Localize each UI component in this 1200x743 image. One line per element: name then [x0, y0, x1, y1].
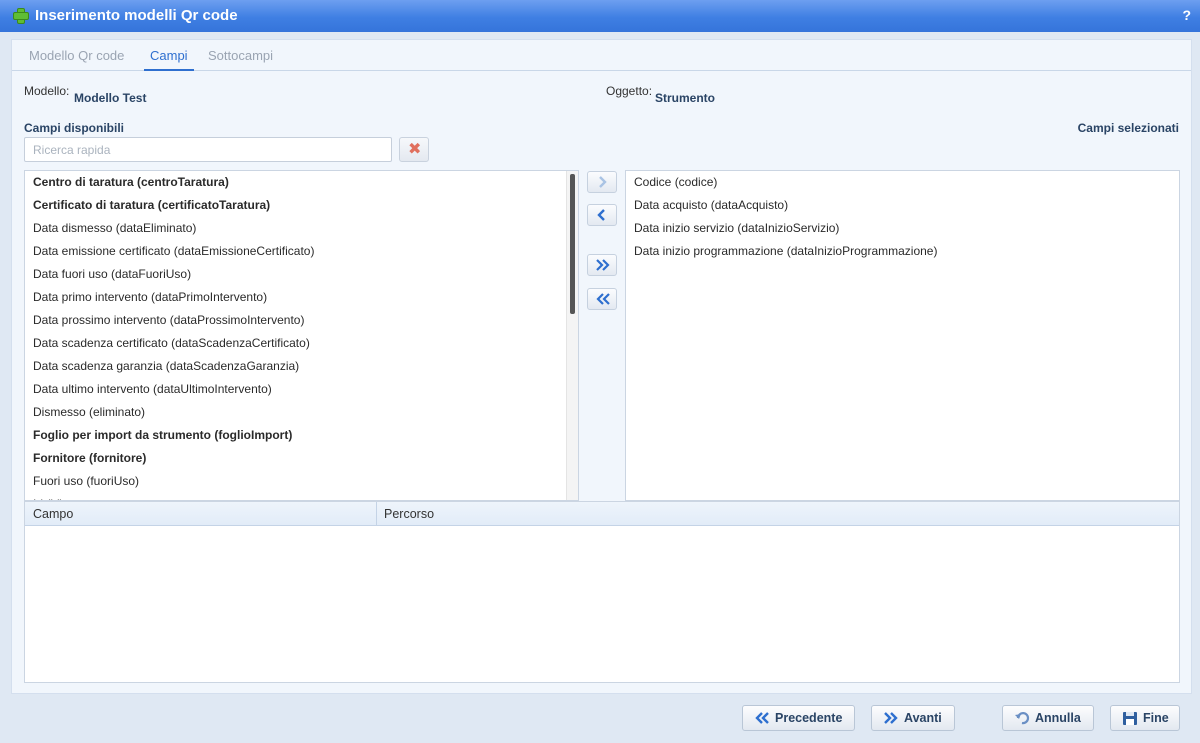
chevron-right-icon [599, 176, 607, 188]
available-field-item[interactable]: Id (id) [25, 493, 578, 500]
move-left-button[interactable] [587, 204, 617, 226]
available-field-item[interactable]: Dismesso (eliminato) [25, 401, 578, 424]
selected-field-item[interactable]: Codice (codice) [626, 171, 1179, 194]
precedente-label: Precedente [775, 711, 843, 725]
grid-col-campo[interactable]: Campo [33, 507, 73, 521]
fine-button[interactable]: Fine [1110, 705, 1180, 731]
oggetto-label: Oggetto: [606, 84, 653, 98]
available-list-scrollbar[interactable] [566, 171, 578, 500]
selected-field-item[interactable]: Data inizio programmazione (dataInizioPr… [626, 240, 1179, 263]
modello-value: Modello Test [74, 91, 147, 105]
double-chevron-right-icon [884, 712, 898, 724]
available-field-item[interactable]: Data fuori uso (dataFuoriUso) [25, 263, 578, 286]
clear-search-button[interactable]: ✖ [399, 137, 429, 162]
available-field-item[interactable]: Centro di taratura (centroTaratura) [25, 171, 578, 194]
available-field-item[interactable]: Data dismesso (dataEliminato) [25, 217, 578, 240]
available-field-item[interactable]: Data prossimo intervento (dataProssimoIn… [25, 309, 578, 332]
help-button[interactable]: ? [1182, 7, 1191, 23]
available-field-item[interactable]: Fornitore (fornitore) [25, 447, 578, 470]
annulla-label: Annulla [1035, 711, 1081, 725]
move-all-right-button[interactable] [587, 254, 617, 276]
selected-fields-title: Campi selezionati [1077, 121, 1179, 135]
scrollbar-thumb[interactable] [570, 174, 575, 314]
available-field-item[interactable]: Certificato di taratura (certificatoTara… [25, 194, 578, 217]
close-icon: ✖ [408, 141, 422, 158]
undo-icon [1015, 712, 1030, 725]
available-field-item[interactable]: Data ultimo intervento (dataUltimoInterv… [25, 378, 578, 401]
available-field-item[interactable]: Fuori uso (fuoriUso) [25, 470, 578, 493]
plus-icon [13, 8, 29, 24]
fields-grid[interactable]: Campo Percorso [24, 501, 1180, 683]
modello-label: Modello: [24, 84, 70, 98]
tab-bar: Modello Qr code Campi Sottocampi [12, 40, 1191, 71]
window-title: Inserimento modelli Qr code [35, 7, 238, 24]
double-chevron-right-icon [596, 259, 610, 271]
fine-label: Fine [1143, 711, 1169, 725]
avanti-label: Avanti [904, 711, 942, 725]
available-field-item[interactable]: Data primo intervento (dataPrimoInterven… [25, 286, 578, 309]
tab-modello-qr-code[interactable]: Modello Qr code [29, 48, 124, 69]
grid-header: Campo Percorso [25, 502, 1179, 526]
chevron-left-icon [597, 209, 605, 221]
selected-field-item[interactable]: Data inizio servizio (dataInizioServizio… [626, 217, 1179, 240]
annulla-button[interactable]: Annulla [1002, 705, 1094, 731]
double-chevron-left-icon [755, 712, 769, 724]
available-fields-list[interactable]: Centro di taratura (centroTaratura) Certi… [24, 170, 579, 501]
move-right-button[interactable] [587, 171, 617, 193]
search-input[interactable] [24, 137, 392, 162]
oggetto-value: Strumento [655, 91, 715, 105]
selected-fields-list[interactable]: Codice (codice) Data acquisto (dataAcquis… [625, 170, 1180, 501]
available-field-item[interactable]: Foglio per import da strumento (foglioIm… [25, 424, 578, 447]
tab-campi[interactable]: Campi [144, 48, 194, 71]
selected-field-item[interactable]: Data acquisto (dataAcquisto) [626, 194, 1179, 217]
available-field-item[interactable]: Data scadenza certificato (dataScadenzaC… [25, 332, 578, 355]
move-all-left-button[interactable] [587, 288, 617, 310]
window-titlebar: Inserimento modelli Qr code ? [0, 0, 1200, 32]
available-field-item[interactable]: Data scadenza garanzia (dataScadenzaGara… [25, 355, 578, 378]
available-field-item[interactable]: Data emissione certificato (dataEmission… [25, 240, 578, 263]
column-separator [376, 502, 377, 526]
grid-col-percorso[interactable]: Percorso [384, 507, 434, 521]
tab-sottocampi[interactable]: Sottocampi [208, 48, 273, 69]
precedente-button[interactable]: Precedente [742, 705, 855, 731]
available-fields-title: Campi disponibili [24, 121, 125, 135]
avanti-button[interactable]: Avanti [871, 705, 955, 731]
dialog-panel: Modello Qr code Campi Sottocampi Modello… [11, 39, 1192, 694]
double-chevron-left-icon [596, 293, 610, 305]
floppy-disk-icon [1123, 712, 1137, 725]
